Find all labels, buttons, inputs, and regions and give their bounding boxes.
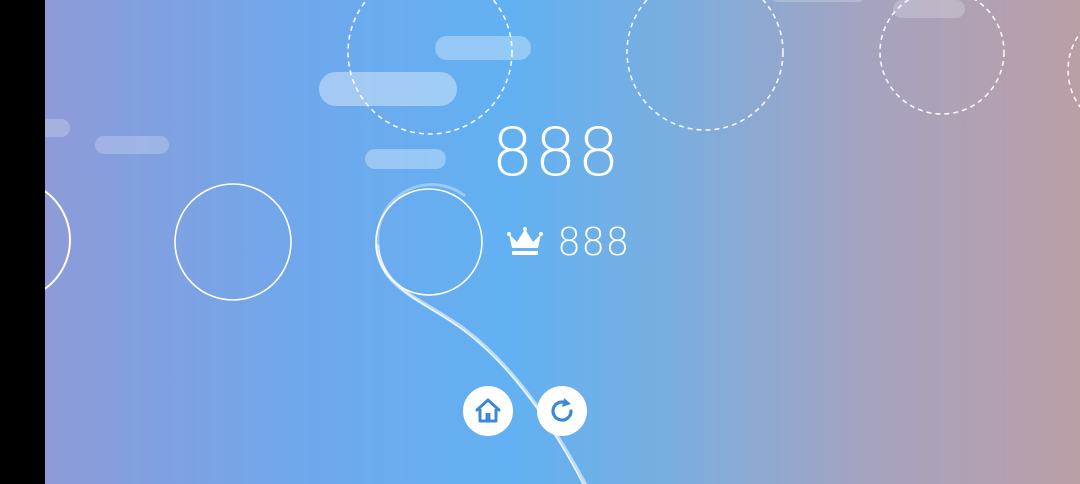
home-button[interactable] bbox=[463, 386, 513, 436]
dashed-ring bbox=[626, 0, 784, 131]
restart-button[interactable] bbox=[537, 386, 587, 436]
game-screen: 888 888 bbox=[0, 0, 1080, 484]
trajectory-trail bbox=[375, 244, 587, 484]
dashed-ring bbox=[347, 0, 513, 135]
score-value: 888 bbox=[491, 114, 621, 191]
solid-ring bbox=[45, 190, 71, 290]
screen-edge-bar bbox=[0, 0, 45, 484]
play-area[interactable]: 888 888 bbox=[45, 0, 1080, 484]
dashed-ring bbox=[879, 0, 1005, 115]
home-icon bbox=[475, 398, 501, 423]
trajectory-trail-inner bbox=[378, 249, 584, 484]
best-score-value: 888 bbox=[557, 220, 630, 264]
best-score: 888 bbox=[507, 218, 630, 266]
solid-ring bbox=[174, 183, 292, 301]
dashed-ring bbox=[1067, 32, 1080, 108]
restart-icon bbox=[551, 398, 573, 422]
crown-icon bbox=[507, 227, 543, 255]
